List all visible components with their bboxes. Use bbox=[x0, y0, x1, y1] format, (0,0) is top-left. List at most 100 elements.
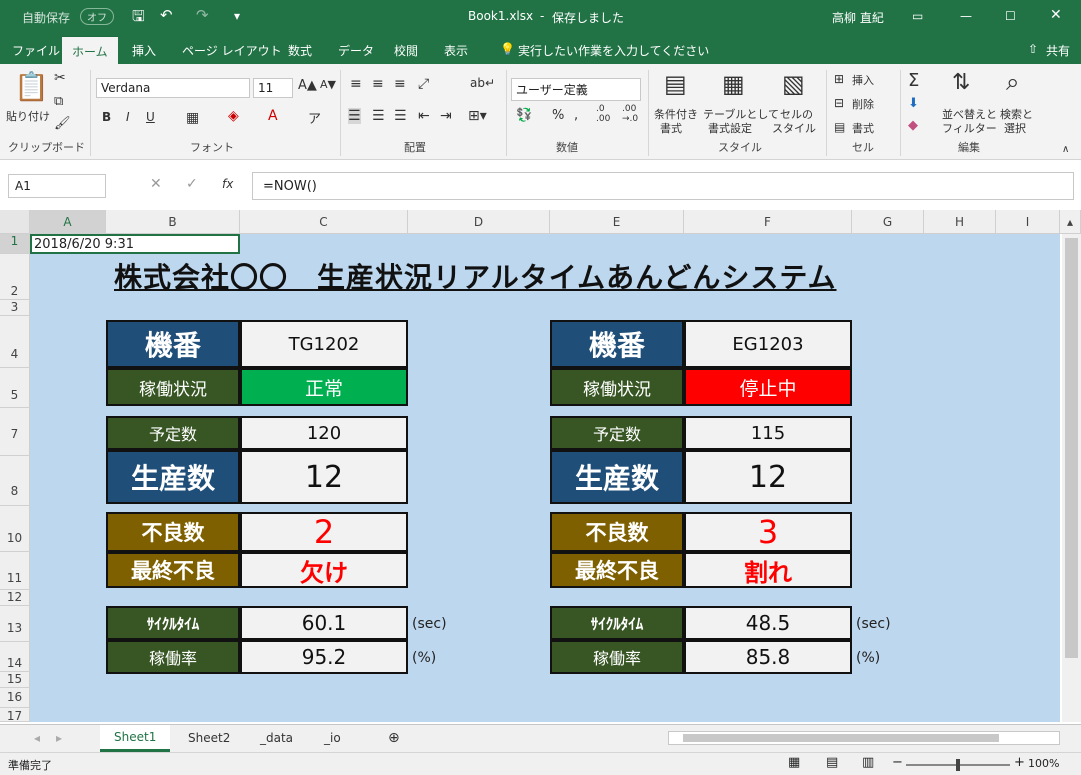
tab-view[interactable]: 表示 bbox=[444, 42, 468, 59]
orientation-icon[interactable]: ⤢ bbox=[418, 76, 429, 92]
column-header-c[interactable]: C bbox=[240, 210, 408, 234]
next-sheet-icon[interactable]: ▸ bbox=[46, 727, 72, 749]
cancel-icon[interactable]: ✕ bbox=[150, 176, 162, 192]
sort-filter-button-2[interactable]: フィルター bbox=[942, 120, 997, 136]
horizontal-scroll-thumb[interactable] bbox=[683, 734, 999, 742]
cell-styles-icon[interactable]: ▧ bbox=[782, 70, 805, 98]
scroll-up-icon[interactable]: ▴ bbox=[1060, 210, 1081, 234]
m2-machine-value[interactable]: EG1203 bbox=[684, 320, 852, 368]
border-icon[interactable]: ▦ bbox=[186, 110, 199, 126]
row-header[interactable]: 17 bbox=[0, 708, 30, 723]
m1-defect-value[interactable]: 2 bbox=[240, 512, 408, 552]
row-header[interactable]: 1 bbox=[0, 234, 30, 254]
normal-view-icon[interactable]: ▦ bbox=[788, 755, 800, 770]
undo-icon[interactable]: ↶ bbox=[160, 6, 173, 24]
zoom-slider[interactable] bbox=[906, 759, 1010, 771]
align-left-icon[interactable]: ☰ bbox=[348, 108, 361, 124]
align-center-icon[interactable]: ☰ bbox=[372, 108, 385, 124]
formula-input[interactable]: =NOW() bbox=[252, 172, 1074, 200]
m1-status-value[interactable]: 正常 bbox=[240, 368, 408, 406]
paste-icon[interactable]: 📋 bbox=[14, 70, 49, 103]
tab-review[interactable]: 校閲 bbox=[394, 42, 418, 59]
autosum-icon[interactable]: Σ bbox=[908, 70, 919, 91]
column-header-d[interactable]: D bbox=[408, 210, 550, 234]
font-color-icon[interactable]: A bbox=[268, 108, 278, 124]
user-name[interactable]: 高柳 直紀 bbox=[832, 9, 884, 26]
column-header-f[interactable]: F bbox=[684, 210, 852, 234]
row-header[interactable]: 2 bbox=[0, 254, 30, 300]
name-box[interactable]: A1 bbox=[8, 174, 106, 198]
format-cells-icon[interactable]: ▤ bbox=[834, 120, 845, 134]
row-header[interactable]: 15 bbox=[0, 672, 30, 688]
ribbon-display-icon[interactable]: ▭ bbox=[912, 9, 923, 23]
m1-last-defect-value[interactable]: 欠け bbox=[240, 552, 408, 588]
m1-prod-value[interactable]: 12 bbox=[240, 450, 408, 504]
column-header-b[interactable]: B bbox=[106, 210, 240, 234]
font-size-select[interactable]: 11 bbox=[253, 78, 293, 98]
page-layout-view-icon[interactable]: ▤ bbox=[826, 755, 838, 770]
currency-icon[interactable]: 💱 bbox=[516, 108, 532, 123]
underline-icon[interactable]: U bbox=[146, 110, 155, 124]
fill-color-icon[interactable]: ◈ bbox=[228, 108, 239, 124]
tell-me-input[interactable]: 実行したい作業を入力してください bbox=[518, 42, 709, 59]
fill-icon[interactable]: ⬇ bbox=[908, 96, 919, 111]
paste-button[interactable]: 貼り付け bbox=[6, 108, 50, 124]
zoom-slider-thumb[interactable] bbox=[956, 759, 960, 771]
italic-icon[interactable]: I bbox=[126, 110, 130, 124]
column-header-e[interactable]: E bbox=[550, 210, 684, 234]
row-header[interactable]: 10 bbox=[0, 506, 30, 552]
tab-file[interactable]: ファイル bbox=[12, 42, 60, 59]
format-painter-icon[interactable]: 🖌 bbox=[54, 116, 71, 131]
increase-decimal-icon[interactable]: .0.00 bbox=[596, 104, 610, 124]
collapse-ribbon-icon[interactable]: ∧ bbox=[1062, 144, 1069, 155]
autosave-toggle[interactable]: オフ bbox=[80, 8, 114, 25]
decrease-indent-icon[interactable]: ⇤ bbox=[418, 108, 430, 124]
font-name-select[interactable]: Verdana bbox=[96, 78, 250, 98]
row-header[interactable]: 3 bbox=[0, 300, 30, 316]
conditional-format-button-2[interactable]: 書式 bbox=[660, 120, 682, 136]
sheet-tab-sheet2[interactable]: Sheet2 bbox=[178, 727, 240, 749]
m2-defect-value[interactable]: 3 bbox=[684, 512, 852, 552]
font-shrink-icon[interactable]: A▼ bbox=[320, 78, 336, 91]
row-header[interactable]: 4 bbox=[0, 316, 30, 368]
m2-plan-value[interactable]: 115 bbox=[684, 416, 852, 450]
select-all-corner[interactable] bbox=[0, 210, 30, 234]
m1-plan-value[interactable]: 120 bbox=[240, 416, 408, 450]
format-as-table-icon[interactable]: ▦ bbox=[722, 70, 745, 98]
increase-indent-icon[interactable]: ⇥ bbox=[440, 108, 452, 124]
merge-center-icon[interactable]: ⊞▾ bbox=[468, 108, 487, 124]
delete-cells-button[interactable]: 削除 bbox=[852, 96, 874, 112]
delete-cells-icon[interactable]: ⊟ bbox=[834, 96, 844, 110]
insert-function-icon[interactable]: fx bbox=[222, 177, 233, 191]
m1-cycle-value[interactable]: 60.1 bbox=[240, 606, 408, 640]
insert-cells-button[interactable]: 挿入 bbox=[852, 72, 874, 88]
customize-qat-icon[interactable]: ▾ bbox=[234, 9, 240, 23]
add-sheet-icon[interactable]: ⊕ bbox=[378, 726, 410, 750]
tab-insert[interactable]: 挿入 bbox=[132, 42, 156, 59]
number-format-select[interactable]: ユーザー定義 bbox=[511, 78, 641, 101]
wrap-text-icon[interactable]: ab↵ bbox=[470, 76, 495, 90]
m1-machine-value[interactable]: TG1202 bbox=[240, 320, 408, 368]
font-grow-icon[interactable]: A▲ bbox=[298, 78, 317, 93]
column-header-i[interactable]: I bbox=[996, 210, 1060, 234]
share-icon[interactable]: ⇧ bbox=[1028, 42, 1038, 56]
m1-rate-value[interactable]: 95.2 bbox=[240, 640, 408, 674]
m2-prod-value[interactable]: 12 bbox=[684, 450, 852, 504]
sheet-tab-io[interactable]: _io bbox=[314, 727, 351, 749]
zoom-level[interactable]: 100% bbox=[1028, 757, 1059, 770]
vertical-scroll-thumb[interactable] bbox=[1065, 238, 1078, 658]
format-cells-button[interactable]: 書式 bbox=[852, 120, 874, 136]
find-select-icon[interactable]: ⌕ bbox=[1006, 68, 1019, 96]
align-right-icon[interactable]: ☰ bbox=[394, 108, 407, 124]
sort-filter-icon[interactable]: ⇅ bbox=[952, 70, 970, 95]
row-header[interactable]: 14 bbox=[0, 642, 30, 672]
save-icon[interactable]: 🖫 bbox=[132, 6, 145, 31]
sheet-tab-data[interactable]: _data bbox=[250, 727, 303, 749]
column-header-h[interactable]: H bbox=[924, 210, 996, 234]
cell-a1[interactable]: 2018/6/20 9:31 bbox=[30, 234, 240, 254]
decrease-decimal-icon[interactable]: .00 →.0 bbox=[622, 104, 638, 124]
format-as-table-button-2[interactable]: 書式設定 bbox=[708, 120, 752, 136]
find-select-button-2[interactable]: 選択 bbox=[1004, 120, 1026, 136]
cell-styles-button-2[interactable]: スタイル bbox=[772, 120, 816, 136]
row-header[interactable]: 11 bbox=[0, 552, 30, 590]
